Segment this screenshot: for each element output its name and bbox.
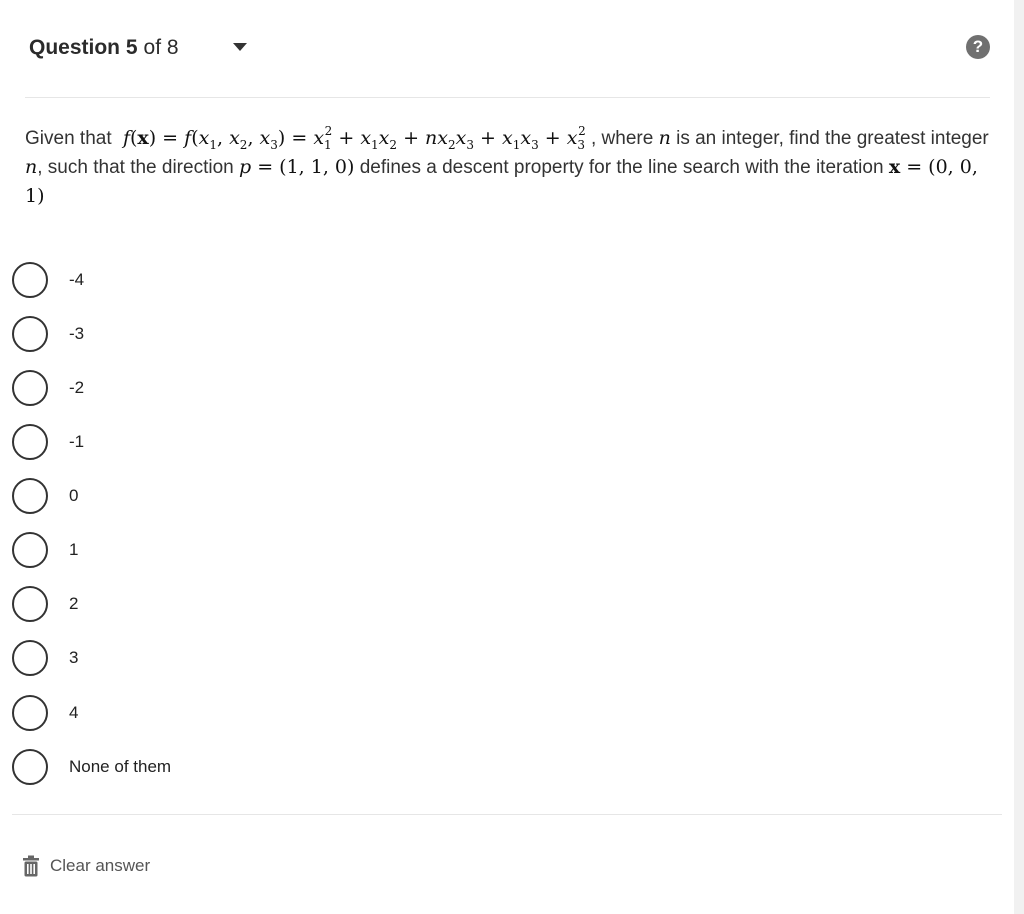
function-formula: f(x) = f(x1, x2, x3) = x12 + x1x2 + nx2x… — [122, 124, 586, 152]
option-label: -1 — [69, 432, 85, 451]
option-neg1[interactable]: -1 — [12, 422, 84, 462]
option-label: 2 — [69, 594, 79, 613]
option-label: 1 — [69, 540, 79, 559]
question-defines: defines a descent property for the line … — [359, 157, 884, 178]
option-none[interactable]: None of them — [12, 747, 171, 787]
variable-n: n — [25, 156, 38, 178]
radio-button[interactable] — [12, 640, 48, 676]
help-icon[interactable]: ? — [966, 35, 990, 59]
question-text: Given that f(x) = f(x1, x2, x3) = x12 + … — [25, 124, 990, 211]
scrollbar-track[interactable] — [1014, 0, 1024, 914]
option-0[interactable]: 0 — [12, 476, 78, 516]
question-where: , where — [590, 128, 654, 149]
radio-button[interactable] — [12, 532, 48, 568]
radio-button[interactable] — [12, 370, 48, 406]
question-header: Question 5 of 8 — [29, 33, 179, 63]
option-label: -4 — [69, 270, 85, 289]
radio-button[interactable] — [12, 695, 48, 731]
clear-answer-label: Clear answer — [50, 856, 151, 875]
question-number: Question 5 — [29, 36, 138, 59]
radio-button[interactable] — [12, 478, 48, 514]
caret-down-icon[interactable] — [232, 42, 248, 52]
radio-button[interactable] — [12, 262, 48, 298]
divider — [25, 97, 990, 98]
option-label: None of them — [69, 757, 172, 776]
question-total: of 8 — [143, 36, 179, 59]
option-neg3[interactable]: -3 — [12, 314, 84, 354]
radio-button[interactable] — [12, 316, 48, 352]
question-intro: Given that — [25, 128, 112, 149]
divider — [12, 814, 1002, 815]
option-label: 4 — [69, 703, 79, 722]
option-neg2[interactable]: -2 — [12, 368, 84, 408]
option-label: 3 — [69, 648, 79, 667]
question-such-that: , such that the direction — [37, 157, 234, 178]
option-label: 0 — [69, 486, 79, 505]
option-label: -2 — [69, 378, 85, 397]
option-4[interactable]: 4 — [12, 693, 78, 733]
radio-button[interactable] — [12, 749, 48, 785]
trash-icon — [23, 855, 39, 877]
clear-answer-button[interactable]: Clear answer — [22, 853, 150, 879]
direction-formula: p = (1, 1, 0) — [238, 156, 355, 178]
option-3[interactable]: 3 — [12, 638, 78, 678]
question-integer-text: is an integer, find the greatest integer — [676, 128, 989, 149]
option-label: -3 — [69, 324, 85, 343]
option-2[interactable]: 2 — [12, 584, 78, 624]
radio-button[interactable] — [12, 424, 48, 460]
option-neg4[interactable]: -4 — [12, 260, 84, 300]
quiz-page: Question 5 of 8 ? Given that f(x) = f(x1… — [0, 0, 1024, 914]
variable-n: n — [658, 127, 671, 149]
option-1[interactable]: 1 — [12, 530, 78, 570]
radio-button[interactable] — [12, 586, 48, 622]
